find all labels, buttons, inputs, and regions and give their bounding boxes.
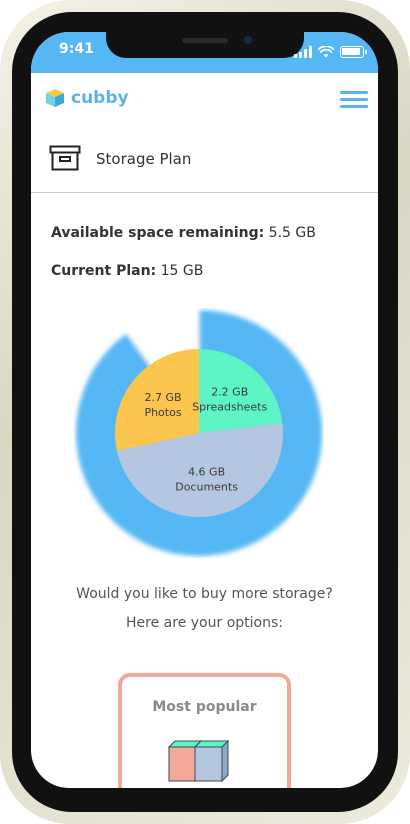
- app-logo[interactable]: cubby: [45, 88, 129, 108]
- app-header: cubby: [31, 73, 378, 125]
- current-plan-label: Current Plan:: [51, 263, 157, 279]
- plan-card-most-popular[interactable]: Most popular: [118, 673, 291, 788]
- status-bar: 9:41: [31, 32, 378, 73]
- page-title: Storage Plan: [96, 150, 192, 168]
- current-plan-value: 15 GB: [160, 263, 204, 279]
- notch: [106, 32, 304, 58]
- page-header: Storage Plan: [31, 125, 378, 193]
- available-space-line: Available space remaining: 5.5 GB: [51, 225, 316, 241]
- app-name: cubby: [71, 88, 129, 108]
- current-plan-line: Current Plan: 15 GB: [51, 263, 203, 279]
- status-time: 9:41: [59, 41, 94, 57]
- menu-icon[interactable]: [340, 91, 368, 109]
- battery-icon: [340, 46, 367, 58]
- screen: 9:41 cubby Storage Plan Available space …: [31, 32, 378, 788]
- archive-box-icon: [49, 145, 81, 171]
- speaker-grille: [182, 38, 228, 43]
- upsell-question: Would you like to buy more storage?: [76, 586, 333, 602]
- pie-chart-svg: 2.2 GB Spreadsheets4.6 GB Documents2.7 GB P…: [75, 310, 323, 556]
- available-space-value: 5.5 GB: [268, 225, 316, 241]
- cellular-signal-icon: [294, 46, 312, 58]
- cube-logo-icon: [46, 89, 64, 107]
- camera-icon: [244, 36, 252, 44]
- status-icons: [294, 44, 367, 58]
- plan-badge: Most popular: [152, 699, 257, 715]
- wifi-icon: [318, 46, 334, 58]
- storage-cubes-icon: [167, 739, 230, 783]
- upsell-subtitle: Here are your options:: [126, 615, 283, 631]
- storage-pie-chart: 2.2 GB Spreadsheets 4.6 GB Documents 2.7 GB P…: [74, 308, 324, 558]
- available-space-label: Available space remaining:: [51, 225, 265, 241]
